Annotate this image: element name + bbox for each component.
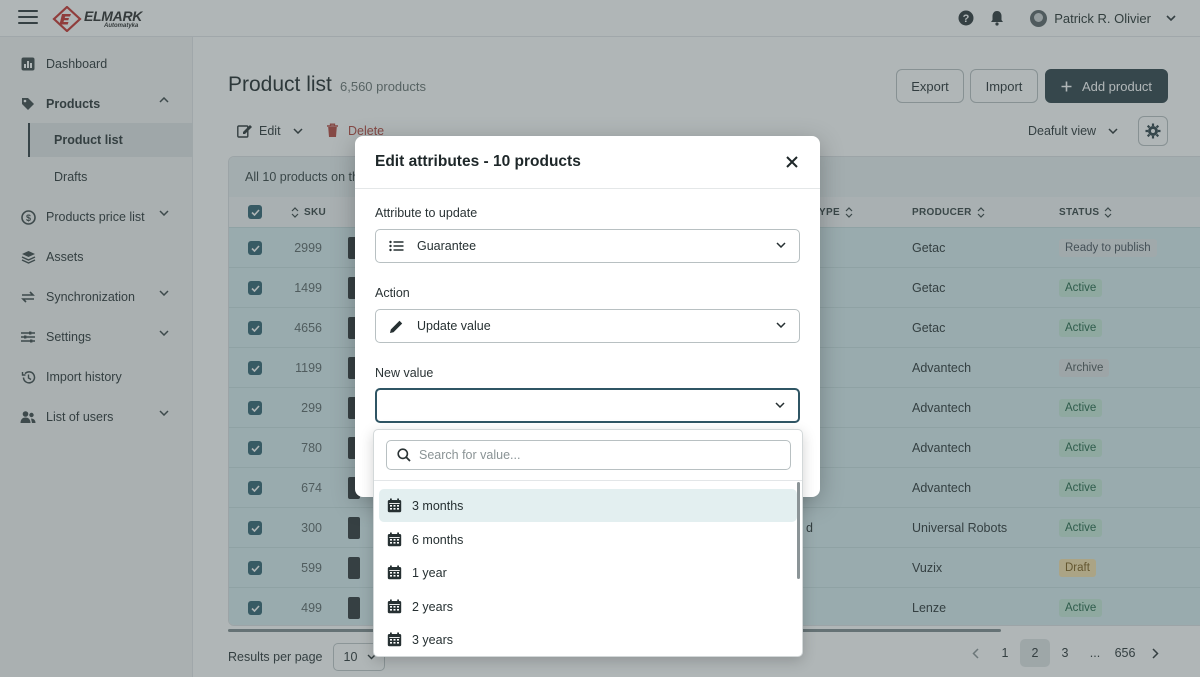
calendar-icon (387, 599, 402, 614)
option-label: 1 year (412, 565, 447, 580)
dropdown-option[interactable]: 3 months (379, 489, 797, 522)
modal-title: Edit attributes - 10 products (375, 153, 581, 170)
option-label: 2 years (412, 599, 453, 614)
new-value-label: New value (375, 366, 434, 380)
new-value-select[interactable] (375, 388, 800, 423)
chevron-down-icon (775, 402, 785, 408)
dropdown-option[interactable]: 1 year (379, 556, 797, 589)
action-select[interactable]: Update value (375, 309, 800, 343)
dropdown-option[interactable]: 3 years (379, 623, 797, 656)
new-value-dropdown: 3 months 6 months 1 year 2 years 3 years (373, 429, 803, 657)
attribute-value: Guarantee (417, 239, 477, 253)
option-label: 3 years (412, 632, 453, 647)
dropdown-option[interactable]: 2 years (379, 590, 797, 623)
action-label: Action (375, 286, 410, 300)
chevron-down-icon (776, 242, 786, 248)
pencil-icon (389, 319, 407, 334)
list-icon (389, 240, 407, 252)
dropdown-scrollbar[interactable] (797, 482, 800, 579)
value-search-input[interactable] (419, 448, 759, 462)
attribute-label: Attribute to update (375, 206, 478, 220)
calendar-icon (387, 532, 402, 547)
option-label: 6 months (412, 532, 464, 547)
value-search-field[interactable] (386, 440, 791, 470)
dropdown-option[interactable]: 6 months (379, 523, 797, 556)
action-value: Update value (417, 319, 491, 333)
calendar-icon (387, 498, 402, 513)
close-icon[interactable] (784, 154, 800, 170)
calendar-icon (387, 565, 402, 580)
calendar-icon (387, 632, 402, 647)
option-label: 3 months (412, 498, 464, 513)
chevron-down-icon (776, 322, 786, 328)
attribute-select[interactable]: Guarantee (375, 229, 800, 263)
search-icon (397, 448, 411, 462)
